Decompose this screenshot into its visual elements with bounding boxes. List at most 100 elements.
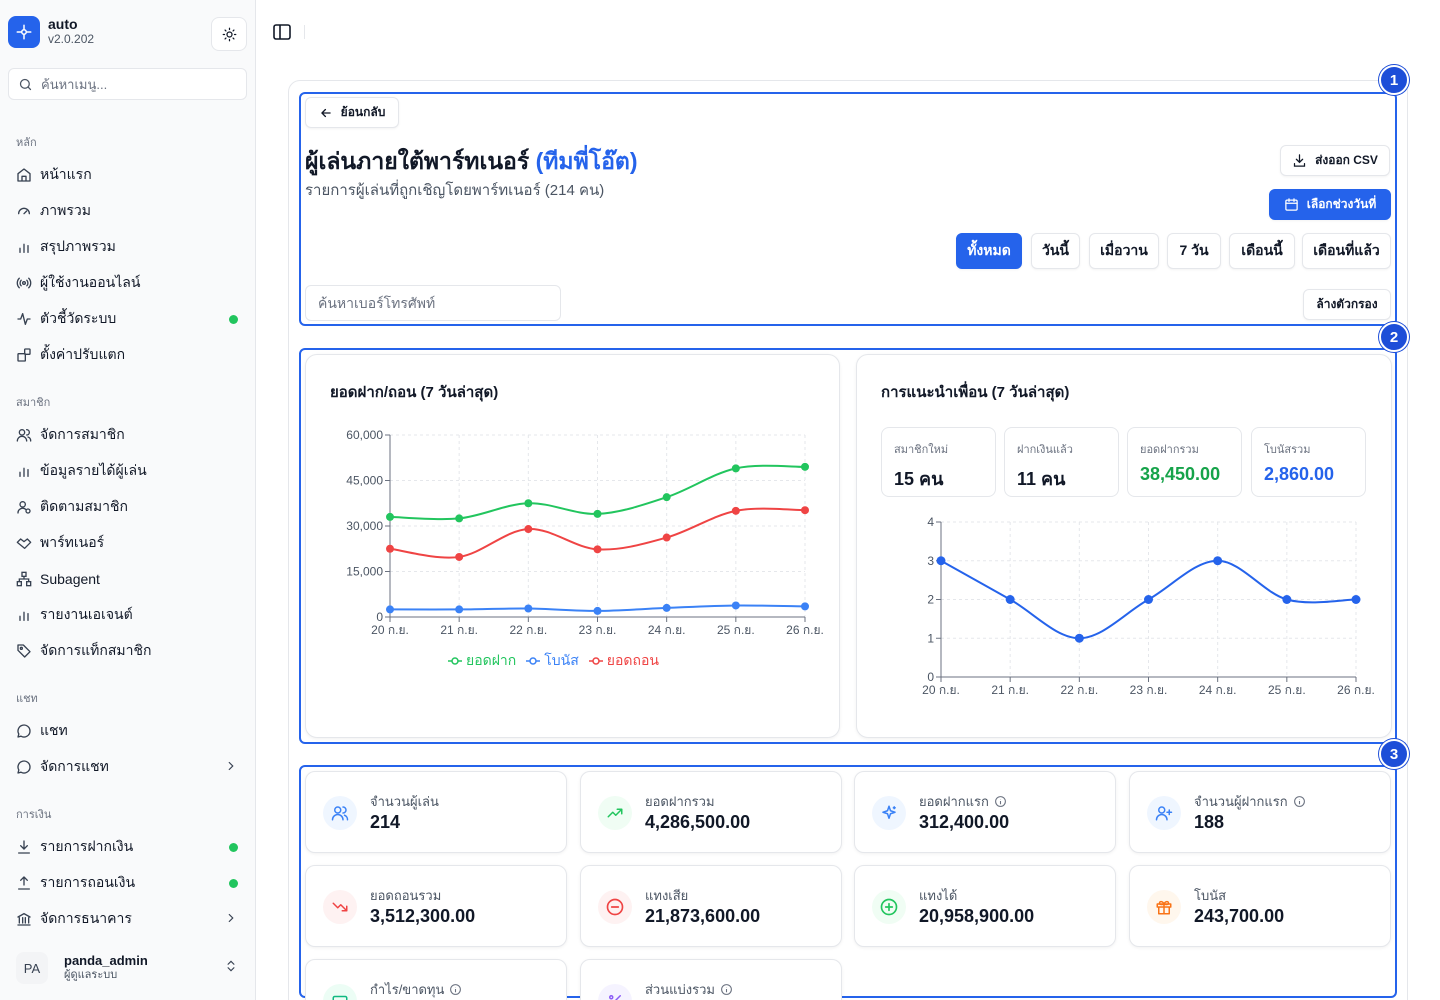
data-point[interactable] — [593, 606, 602, 615]
menu-search[interactable] — [8, 68, 247, 100]
legend-item-withdraw[interactable]: ยอดถอน — [588, 650, 659, 672]
nav-system-metrics[interactable]: ตัวชี้วัดระบบ — [8, 303, 248, 335]
back-button[interactable]: ย้อนกลับ — [305, 97, 399, 128]
stat-card-first-depositors: จำนวนผู้ฝากแรก 188 — [1129, 771, 1391, 853]
nav-manage-chat[interactable]: จัดการแชท — [8, 751, 248, 783]
data-point[interactable] — [524, 604, 533, 613]
data-point[interactable] — [1005, 595, 1015, 604]
phone-search-input[interactable] — [318, 295, 548, 311]
x-tick-label: 23 ก.ย. — [1130, 683, 1168, 697]
stat-label-text: ยอดฝากแรก — [919, 794, 989, 809]
menu-search-input[interactable] — [41, 76, 241, 92]
percent-icon — [598, 984, 632, 1000]
clear-filters-button[interactable]: ล้างตัวกรอง — [1303, 289, 1391, 320]
theme-toggle-button[interactable] — [211, 17, 247, 51]
legend-item-bonus[interactable]: โบนัส — [526, 650, 579, 672]
nav-deposits[interactable]: รายการฝากเงิน — [8, 831, 248, 863]
stat-card-profit-loss: กำไร/ขาดทุน — [305, 959, 567, 1000]
export-csv-button[interactable]: ส่งออก CSV — [1280, 145, 1390, 176]
stat-label: ส่วนแบ่งรวม — [645, 979, 733, 1000]
nav-manage-members[interactable]: จัดการสมาชิก — [8, 419, 248, 451]
nav-banks[interactable]: จัดการธนาคาร — [8, 903, 248, 935]
data-point[interactable] — [662, 533, 671, 542]
filter-today[interactable]: วันนี้ — [1031, 233, 1080, 269]
data-point[interactable] — [1282, 595, 1292, 604]
nav-partner[interactable]: พาร์ทเนอร์ — [8, 527, 248, 559]
data-point[interactable] — [455, 605, 464, 614]
data-point[interactable] — [593, 545, 602, 554]
data-point[interactable] — [1213, 556, 1223, 566]
data-point[interactable] — [386, 512, 394, 521]
data-point[interactable] — [731, 506, 740, 515]
data-point[interactable] — [1144, 595, 1153, 604]
filter-last-month[interactable]: เดือนที่แล้ว — [1302, 233, 1391, 269]
x-tick-label: 20 ก.ย. — [922, 683, 960, 697]
info-icon[interactable] — [994, 795, 1007, 808]
page-title-text: ผู้เล่นภายใต้พาร์ทเนอร์ — [305, 148, 530, 174]
stat-value: 20,958,900.00 — [919, 906, 1035, 926]
referral-stat-total-deposit: ยอดฝากรวม 38,450.00 — [1127, 427, 1242, 497]
nav-member-tags[interactable]: จัดการแท็กสมาชิก — [8, 635, 248, 667]
data-point[interactable] — [524, 525, 533, 534]
filter-7-days[interactable]: 7 วัน — [1167, 233, 1221, 269]
data-point[interactable] — [731, 601, 740, 610]
data-point[interactable] — [801, 602, 809, 611]
nav-withdrawals[interactable]: รายการถอนเงิน — [8, 867, 248, 899]
data-point[interactable] — [1351, 595, 1361, 604]
nav-player-income[interactable]: ข้อมูลรายได้ผู้เล่น — [8, 455, 248, 487]
nav-overview[interactable]: ภาพรวม — [8, 195, 248, 227]
stat-label: ยอดฝากแรก — [919, 791, 1007, 812]
info-icon[interactable] — [1293, 795, 1306, 808]
info-icon[interactable] — [449, 983, 462, 996]
data-point[interactable] — [731, 464, 740, 473]
data-point[interactable] — [662, 493, 671, 502]
data-point[interactable] — [455, 552, 464, 561]
region-badge-1: 1 — [1379, 65, 1409, 95]
filter-all[interactable]: ทั้งหมด — [956, 233, 1022, 269]
filter-yesterday[interactable]: เมื่อวาน — [1089, 233, 1159, 269]
deposit-withdraw-chart: 0 15,000 30,000 45,000 60,000 20 ก.ย. 21 ก.ย. 2… — [346, 428, 824, 637]
data-point[interactable] — [593, 509, 602, 518]
nav-summary[interactable]: สรุปภาพรวม — [8, 231, 248, 263]
stat-label-text: แทงได้ — [919, 888, 958, 903]
legend-item-deposit[interactable]: ยอดฝาก — [448, 650, 516, 672]
nav-chat[interactable]: แชท — [8, 715, 248, 747]
user-menu[interactable]: PA panda_admin ผู้ดูแลระบบ — [8, 946, 248, 990]
data-point[interactable] — [386, 544, 394, 553]
data-point[interactable] — [386, 605, 394, 614]
data-point[interactable] — [662, 603, 671, 612]
stat-value: 3,512,300.00 — [370, 906, 476, 926]
phone-search[interactable] — [305, 285, 561, 321]
x-tick-label: 25 ก.ย. — [717, 623, 755, 637]
data-point[interactable] — [801, 462, 809, 471]
y-tick-label: 2 — [927, 593, 934, 607]
brand-name: auto — [48, 16, 78, 32]
nav-label: พาร์ทเนอร์ — [40, 534, 105, 550]
filter-this-month[interactable]: เดือนนี้ — [1229, 233, 1295, 269]
stat-label: โบนัส — [1194, 885, 1226, 906]
data-point[interactable] — [524, 499, 533, 508]
avatar: PA — [16, 952, 48, 984]
x-tick-label: 26 ก.ย. — [786, 623, 824, 637]
stat-card-total-share: ส่วนแบ่งรวม — [580, 959, 842, 1000]
data-point[interactable] — [1074, 633, 1084, 643]
data-point[interactable] — [936, 556, 946, 566]
info-icon[interactable] — [720, 983, 733, 996]
legend-marker — [526, 657, 541, 665]
nav-online-users[interactable]: ผู้ใช้งานออนไลน์ — [8, 267, 248, 299]
brand[interactable]: auto v2.0.202 — [8, 16, 94, 48]
date-range-button[interactable]: เลือกช่วงวันที่ — [1269, 189, 1391, 220]
data-point[interactable] — [801, 506, 809, 515]
nav-label: รายการถอนเงิน — [40, 874, 136, 890]
status-dot — [229, 878, 238, 888]
chart-title: การแนะนำเพื่อน (7 วันล่าสุด) — [881, 384, 1070, 401]
nav-agent-report[interactable]: รายงานเอเจนต์ — [8, 599, 248, 631]
nav-home[interactable]: หน้าแรก — [8, 159, 248, 191]
sparkles-icon — [872, 796, 906, 830]
nav-settings[interactable]: ตั้งค่าปรับแตก — [8, 339, 248, 371]
data-point[interactable] — [455, 514, 464, 523]
sidebar-toggle-button[interactable] — [272, 23, 292, 41]
partner-name: (ทีมพี่โอ๊ต) — [535, 148, 638, 174]
nav-track-members[interactable]: ติดตามสมาชิก — [8, 491, 248, 523]
nav-subagent[interactable]: Subagent — [8, 563, 248, 595]
